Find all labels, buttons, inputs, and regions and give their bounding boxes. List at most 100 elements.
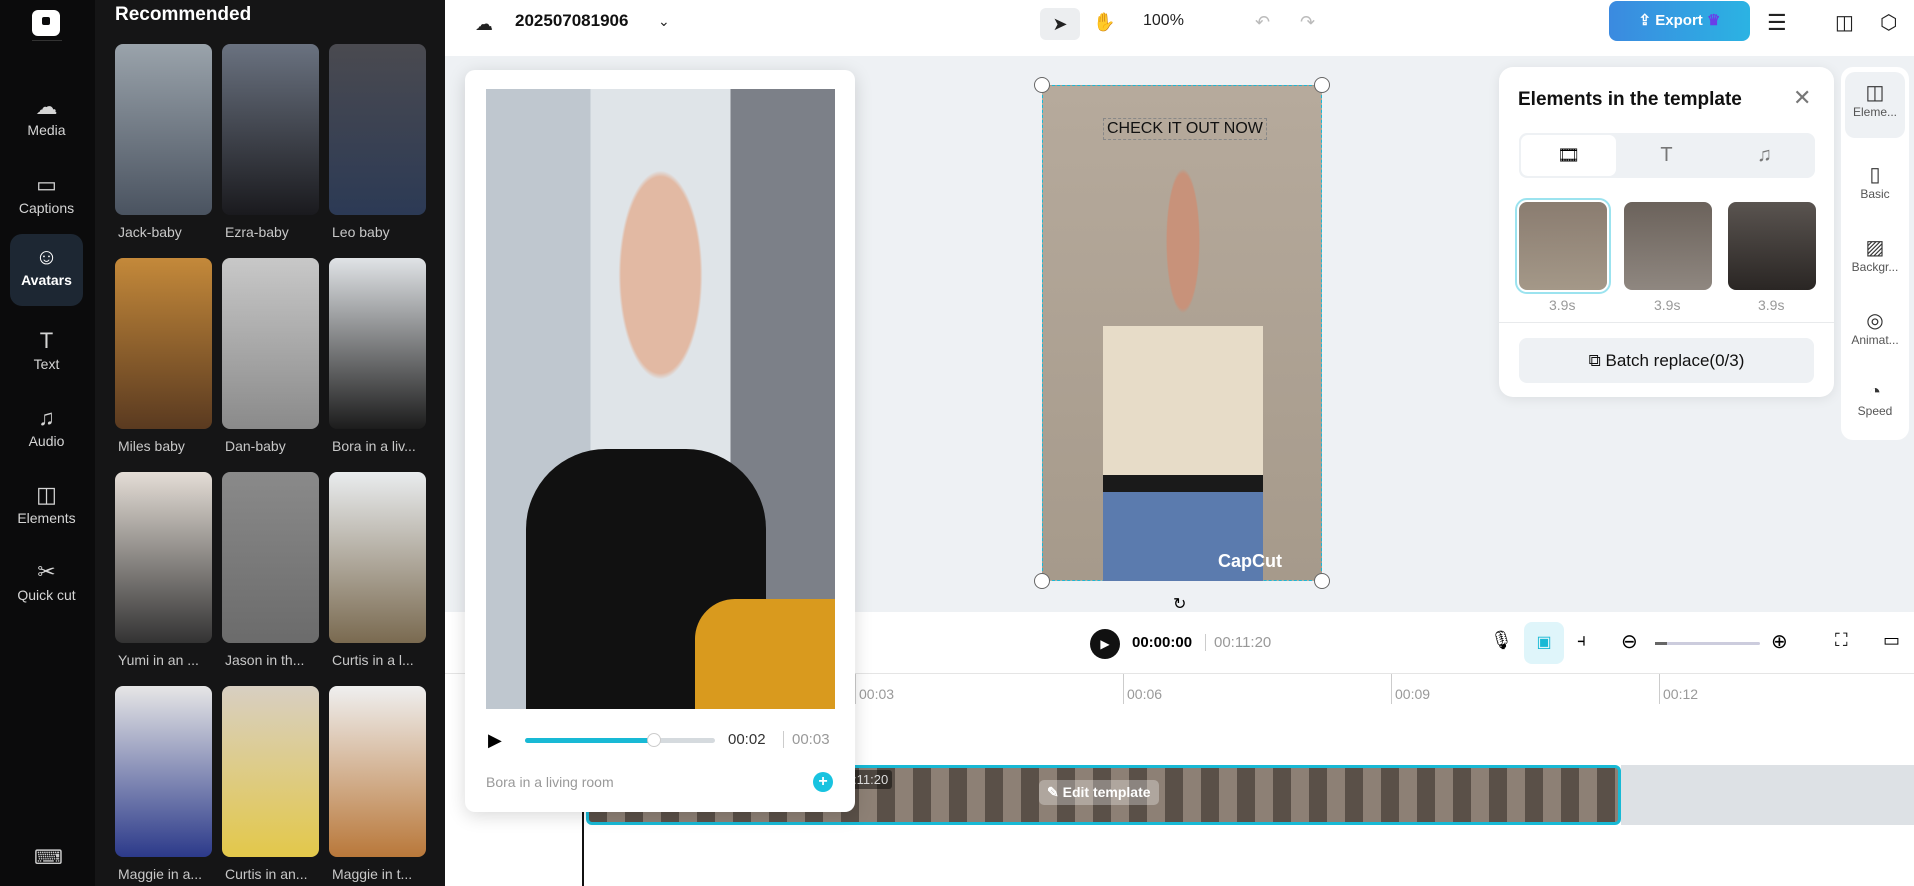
nav-elements[interactable]: ◫ Elements [10,472,83,544]
edit-template-label: Edit template [1062,784,1151,800]
layout-icon[interactable]: ◫ [1835,10,1854,35]
rail-elements[interactable]: ◫ Eleme... [1845,72,1905,138]
nav-avatars[interactable]: ☺ Avatars [10,234,83,306]
export-button[interactable]: ⇪ Export ♛ [1609,1,1750,41]
nav-text[interactable]: T Text [10,318,83,390]
rotate-icon[interactable]: ↻ [1173,594,1186,614]
edit-template-button[interactable]: ✎ Edit template [1039,780,1159,805]
project-title[interactable]: 202507081906 [515,11,628,31]
redo-icon[interactable]: ↷ [1300,12,1315,33]
avatar-thumbnail[interactable] [115,44,212,215]
rail-label: Basic [1860,187,1890,201]
preview-current-time: 00:02 [728,731,766,748]
avatar-label: Curtis in a l... [332,652,414,668]
microphone-icon[interactable]: 🎙 [1490,630,1513,651]
rail-label: Animat... [1851,333,1899,347]
tab-video-icon[interactable]: 🎞 [1521,135,1616,176]
rail-animation[interactable]: ◎ Animat... [1845,308,1905,347]
avatar-thumbnail[interactable] [222,44,319,215]
preview-icon[interactable]: ▭ [1883,630,1900,651]
background-icon: ▨ [1865,237,1885,259]
avatar-thumbnail[interactable] [329,44,426,215]
rail-speed[interactable]: ◔ Speed [1845,381,1905,418]
clip-duration: :11:20 [849,770,893,789]
avatar-thumbnail[interactable] [222,472,319,643]
add-avatar-button[interactable]: + [813,772,833,792]
element-thumbnail[interactable] [1515,198,1611,294]
avatar-thumbnail[interactable] [329,472,426,643]
preview-progress[interactable] [525,733,715,747]
avatar-icon: ☺ [35,244,58,269]
zoom-out-icon[interactable]: ⊖ [1621,629,1638,654]
current-time: 00:00:00 [1132,634,1193,651]
avatar-label: Ezra-baby [225,224,289,240]
avatar-preview-video [486,89,835,709]
capcut-logo[interactable] [32,10,60,36]
elements-icon: ◫ [36,482,57,507]
avatar-label: Leo baby [332,224,390,240]
canvas-frame[interactable]: CHECK IT OUT NOW CapCut ↻ [1034,77,1330,613]
export-label: Export [1655,12,1703,29]
avatar-label: Dan-baby [225,438,286,454]
chevron-down-icon[interactable]: ⌄ [658,13,670,30]
split-icon[interactable]: ⫞ [1577,630,1586,651]
undo-icon[interactable]: ↶ [1255,12,1270,33]
auto-snap-icon[interactable]: ▣ [1524,622,1564,664]
cloud-icon[interactable]: ☁ [475,14,493,35]
nav-label: Audio [28,433,65,449]
preview-total-time: 00:03 [783,731,830,748]
preview-play-button[interactable]: ▶ [488,730,502,751]
nav-quick-cut[interactable]: ✂ Quick cut [10,549,83,621]
divider [1499,322,1834,323]
element-thumbnail[interactable] [1624,202,1712,290]
fullscreen-icon[interactable]: ⛶ [1835,630,1848,651]
resize-handle[interactable] [1314,573,1330,589]
avatar-thumbnail[interactable] [222,258,319,429]
avatar-thumbnail[interactable] [329,258,426,429]
tab-text-icon[interactable]: T [1619,135,1714,176]
avatar-label: Miles baby [118,438,185,454]
zoom-level[interactable]: 100% [1143,12,1184,30]
avatar-thumbnail[interactable] [222,686,319,857]
rail-basic[interactable]: ▯ Basic [1845,162,1905,201]
close-icon[interactable]: ✕ [1793,85,1811,111]
avatar-thumbnail[interactable] [115,472,212,643]
resize-handle[interactable] [1034,77,1050,93]
tab-audio-icon[interactable]: ♫ [1717,135,1812,176]
avatar-thumbnail[interactable] [115,258,212,429]
nav-media[interactable]: ☁ Media [10,84,83,156]
rail-background[interactable]: ▨ Backgr... [1845,235,1905,274]
keyboard-icon[interactable]: ⌨ [34,845,63,870]
resize-handle[interactable] [1034,573,1050,589]
element-thumbnail[interactable] [1728,202,1816,290]
zoom-in-icon[interactable]: ⊕ [1771,629,1788,654]
element-duration: 3.9s [1654,297,1681,313]
nav-label: Captions [18,200,75,216]
elements-icon: ◫ [1865,82,1885,104]
cloud-upload-icon: ☁ [35,94,58,119]
avatar-name: Bora in a living room [486,774,614,790]
nav-label: Quick cut [17,587,76,603]
zoom-slider[interactable] [1655,642,1760,645]
nav-label: Text [33,356,60,372]
canvas-text[interactable]: CHECK IT OUT NOW [1103,118,1267,140]
hand-tool-icon[interactable]: ✋ [1093,12,1115,33]
animation-icon: ◎ [1866,310,1884,332]
select-tool-icon[interactable]: ➤ [1040,8,1080,40]
resize-handle[interactable] [1314,77,1330,93]
avatar-thumbnail[interactable] [115,686,212,857]
layers-icon[interactable]: ☰ [1767,10,1787,36]
crown-icon: ♛ [1706,12,1721,29]
nav-audio[interactable]: ♫ Audio [10,395,83,467]
avatar-thumbnail[interactable] [329,686,426,857]
panel-title: Elements in the template [1518,89,1742,110]
nav-captions[interactable]: ▭ Captions [10,162,83,234]
batch-replace-label: Batch replace(0/3) [1605,351,1745,370]
settings-icon[interactable]: ⬡ [1880,10,1897,35]
text-icon: T [39,328,54,353]
play-button[interactable]: ▶ [1090,629,1120,659]
captions-icon: ▭ [36,172,57,197]
divider [32,40,62,41]
avatar-label: Curtis in an... [225,866,308,882]
batch-replace-button[interactable]: ⧉ Batch replace(0/3) [1519,338,1814,383]
